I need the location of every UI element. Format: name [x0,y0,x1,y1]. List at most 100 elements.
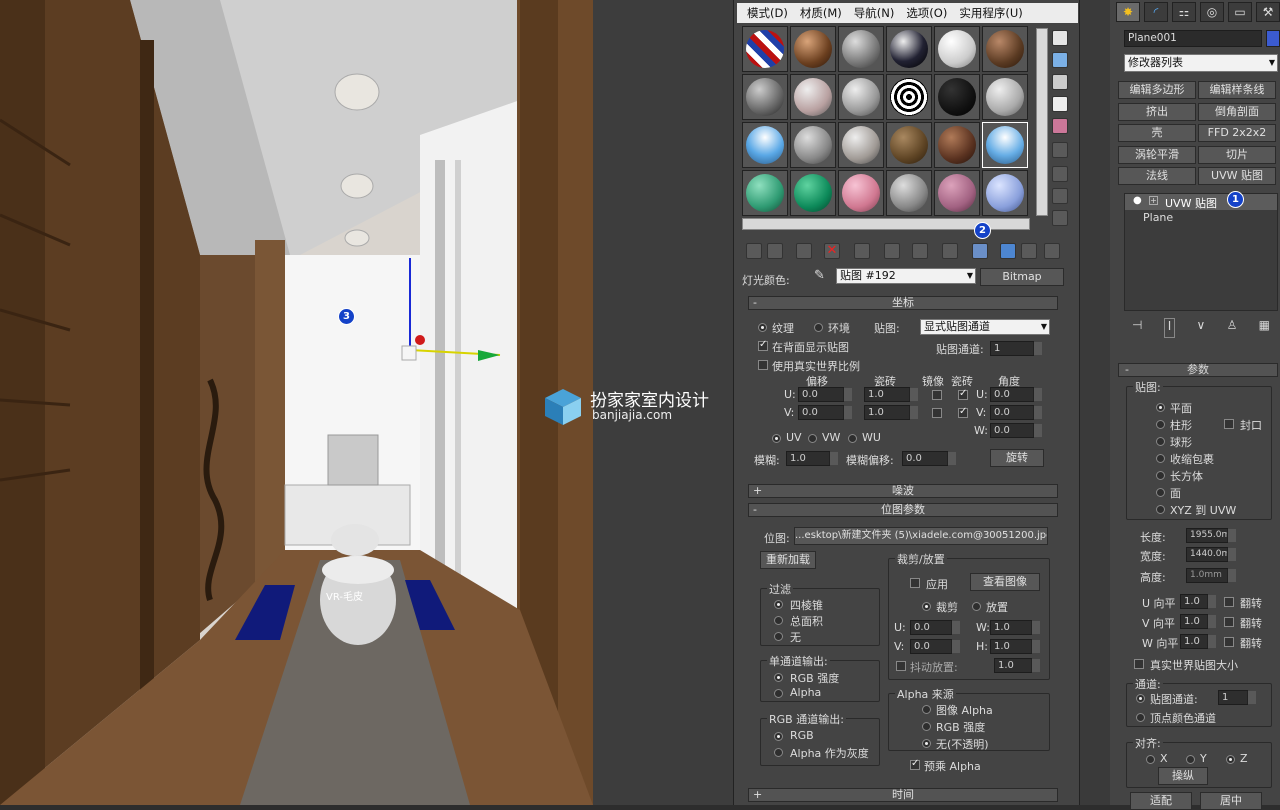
modifier-list-dropdown[interactable]: 修改器列表 [1124,54,1278,72]
uvw-map-button[interactable]: UVW 贴图 [1198,167,1276,185]
configure-sets-icon[interactable]: ▦ [1259,318,1270,338]
sample-type-icon[interactable] [1052,30,1068,46]
menu-material[interactable]: 材质(M) [796,5,846,21]
sample-slot-active[interactable] [982,122,1028,168]
make-unique-icon[interactable] [854,243,870,259]
modify-tab-icon[interactable]: ◜ [1144,2,1168,22]
sample-slot[interactable] [982,170,1028,216]
normal-button[interactable]: 法线 [1118,167,1196,185]
map-channel-spinner[interactable]: 1 [1218,690,1256,705]
width-spinner[interactable]: 1440.0m [1186,547,1236,562]
go-to-parent-icon[interactable] [1021,243,1037,259]
w-flip-checkbox[interactable] [1224,637,1234,647]
jitter-spinner[interactable]: 1.0 [994,658,1040,673]
xyz-to-uvw-radio[interactable] [1156,505,1165,514]
w-angle-spinner[interactable]: 0.0 [990,423,1042,438]
sample-slot[interactable] [790,74,836,120]
u-flip-checkbox[interactable] [1224,597,1234,607]
motion-tab-icon[interactable]: ◎ [1200,2,1224,22]
align-y-radio[interactable] [1186,755,1195,764]
expand-icon[interactable]: + [1149,196,1158,205]
eyedropper-icon[interactable]: ✎ [814,268,828,284]
v-tile-spinner[interactable]: 1.0 [1180,614,1216,629]
make-unique-icon[interactable]: ∨ [1197,318,1206,338]
jitter-checkbox[interactable] [896,661,906,671]
align-z-radio[interactable] [1226,755,1235,764]
blur-spinner[interactable]: 1.0 [786,451,838,466]
v-flip-checkbox[interactable] [1224,617,1234,627]
show-shaded-in-viewport-icon[interactable] [942,243,958,259]
apply-checkbox[interactable] [910,578,920,588]
v-offset-spinner[interactable]: 0.0 [798,405,852,420]
sample-slot[interactable] [790,170,836,216]
noise-rollout[interactable]: + 噪波 [748,484,1058,498]
place-radio[interactable] [972,602,981,611]
real-world-map-size-checkbox[interactable] [1134,659,1144,669]
face-radio[interactable] [1156,488,1165,497]
pin-stack-icon[interactable]: ⊣ [1132,318,1142,338]
premultiplied-alpha-checkbox[interactable] [910,758,920,770]
sample-slot[interactable] [982,74,1028,120]
u-tile-checkbox[interactable] [958,388,968,400]
wu-radio[interactable] [848,434,857,443]
material-id-channel-icon[interactable] [912,243,928,259]
sample-slot[interactable] [886,74,932,120]
u-angle-spinner[interactable]: 0.0 [990,387,1042,402]
object-name-field[interactable]: Plane001 [1124,30,1262,47]
sample-slot[interactable] [982,26,1028,72]
sample-slot[interactable] [742,170,788,216]
manipulate-button[interactable]: 操纵 [1158,767,1208,785]
mono-alpha-radio[interactable] [774,689,783,698]
v-tiling-spinner[interactable]: 1.0 [864,405,918,420]
crop-u-spinner[interactable]: 0.0 [910,620,960,635]
u-tile-spinner[interactable]: 1.0 [1180,594,1216,609]
background-icon[interactable] [1052,74,1068,90]
sample-slot[interactable] [838,170,884,216]
map-type-button[interactable]: Bitmap [980,268,1064,286]
put-to-library-icon[interactable] [884,243,900,259]
menu-utilities[interactable]: 实用程序(U) [955,5,1026,21]
sample-slot[interactable] [934,122,980,168]
parameters-rollout[interactable]: - 参数 [1118,363,1278,377]
fit-button[interactable]: 适配 [1130,792,1192,810]
crop-h-spinner[interactable]: 1.0 [990,639,1040,654]
backlight-icon[interactable] [1052,52,1068,68]
opaque-radio[interactable] [922,739,931,748]
show-map-in-viewport-icon[interactable] [972,243,988,259]
menu-modes[interactable]: 模式(D) [743,5,792,21]
video-color-check-icon[interactable] [1052,118,1068,134]
show-back-checkbox[interactable] [758,339,768,351]
assign-to-selection-icon[interactable] [796,243,812,259]
texture-radio[interactable] [758,323,767,332]
menu-options[interactable]: 选项(O) [902,5,951,21]
summed-area-radio[interactable] [774,616,783,625]
show-end-result-icon[interactable]: I [1163,318,1176,338]
spherical-radio[interactable] [1156,437,1165,446]
perspective-viewport[interactable]: VR-毛皮 3 [0,0,593,805]
filter-none-radio[interactable] [774,632,783,641]
sample-slot[interactable] [886,122,932,168]
center-button[interactable]: 居中 [1200,792,1262,810]
rotate-button[interactable]: 旋转 [990,449,1044,467]
alpha-rgb-intensity-radio[interactable] [922,722,931,731]
align-x-radio[interactable] [1146,755,1155,764]
put-to-scene-icon[interactable] [767,243,783,259]
vertex-color-radio[interactable] [1136,713,1145,722]
v-tile-checkbox[interactable] [958,406,968,418]
ffd-button[interactable]: FFD 2x2x2 [1198,124,1276,142]
sample-slot[interactable] [742,122,788,168]
show-end-result-icon[interactable] [1000,243,1016,259]
edit-spline-button[interactable]: 编辑样条线 [1198,81,1276,99]
reset-map-icon[interactable]: ✕ [824,243,840,259]
crop-radio[interactable] [922,602,931,611]
sample-slot[interactable] [886,26,932,72]
sample-slot[interactable] [838,74,884,120]
time-rollout[interactable]: + 时间 [748,788,1058,802]
box-radio[interactable] [1156,471,1165,480]
length-spinner[interactable]: 1955.0m [1186,528,1236,543]
map-name-field[interactable]: 贴图 #192 [836,268,976,284]
sample-slot[interactable] [790,26,836,72]
real-world-checkbox[interactable] [758,360,768,370]
stack-item-uvw-map[interactable]: ● + UVW 贴图 [1125,194,1277,210]
display-tab-icon[interactable]: ▭ [1228,2,1252,22]
